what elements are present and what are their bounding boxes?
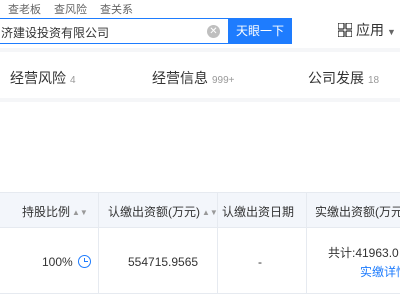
tab-company-development[interactable]: 公司发展 18 bbox=[308, 68, 379, 88]
history-clock-icon[interactable] bbox=[78, 255, 91, 268]
tab-label: 公司发展 bbox=[308, 70, 364, 86]
search-button[interactable]: 天眼一下 bbox=[228, 18, 292, 44]
tab-label: 经营风险 bbox=[10, 70, 66, 86]
column-divider bbox=[306, 228, 307, 293]
cell-paid-total: 共计:41963.0 bbox=[328, 246, 399, 260]
tab-business-info[interactable]: 经营信息 999+ bbox=[152, 68, 235, 88]
paid-detail-link[interactable]: 实缴详情 bbox=[360, 263, 400, 280]
apps-menu[interactable]: 应用 ▼ bbox=[338, 20, 396, 40]
quick-tab-relation[interactable]: 查关系 bbox=[100, 1, 133, 17]
column-divider bbox=[306, 193, 307, 227]
column-divider bbox=[98, 228, 99, 293]
clear-icon[interactable]: ✕ bbox=[207, 25, 220, 38]
column-header-subscribed-amount[interactable]: 认缴出资额(万元) ▲▼ bbox=[108, 203, 218, 220]
sort-icon[interactable]: ▲▼ bbox=[202, 208, 218, 217]
quick-tab-boss[interactable]: 查老板 bbox=[8, 1, 41, 17]
quick-tab-risk[interactable]: 查风险 bbox=[54, 1, 87, 17]
cell-subscribed-amount: 554715.9565 bbox=[128, 255, 199, 269]
tab-label: 经营信息 bbox=[152, 70, 208, 86]
tab-count: 18 bbox=[368, 75, 380, 86]
apps-label: 应用 bbox=[356, 22, 384, 38]
cell-ratio: 100% bbox=[42, 255, 73, 269]
section-nav: 经营风险 4 经营信息 999+ 公司发展 18 bbox=[0, 52, 400, 98]
column-divider bbox=[217, 193, 218, 227]
search-input-value: 济建设投资有限公司 bbox=[1, 26, 110, 40]
apps-grid-icon bbox=[338, 23, 352, 37]
column-header-ratio[interactable]: 持股比例 ▲▼ bbox=[22, 203, 88, 220]
top-search-bar: 查老板 查风险 查关系 济建设投资有限公司 ✕ 天眼一下 应用 ▼ bbox=[0, 0, 400, 48]
sort-icon[interactable]: ▲▼ bbox=[72, 208, 88, 217]
chevron-down-icon: ▼ bbox=[387, 27, 396, 37]
column-header-label: 认缴出资额(万元) bbox=[108, 205, 200, 219]
tab-business-risk[interactable]: 经营风险 4 bbox=[10, 68, 76, 88]
column-divider bbox=[98, 193, 99, 227]
column-header-label: 持股比例 bbox=[22, 205, 71, 219]
tab-count: 999+ bbox=[212, 75, 235, 86]
column-header-subscribed-date: 认缴出资日期 bbox=[222, 205, 295, 219]
tab-count: 4 bbox=[70, 75, 76, 86]
column-divider bbox=[217, 228, 218, 293]
table-row: 100% 554715.9565 - 共计:41963.0 实缴详情 bbox=[0, 228, 400, 294]
search-input[interactable]: 济建设投资有限公司 ✕ bbox=[0, 18, 228, 44]
cell-subscribed-date: - bbox=[258, 255, 262, 269]
table-header: 持股比例 ▲▼ 认缴出资额(万元) ▲▼ 认缴出资日期 实缴出资额(万元 bbox=[0, 192, 400, 228]
column-header-paid-amount: 实缴出资额(万元 bbox=[315, 205, 400, 219]
